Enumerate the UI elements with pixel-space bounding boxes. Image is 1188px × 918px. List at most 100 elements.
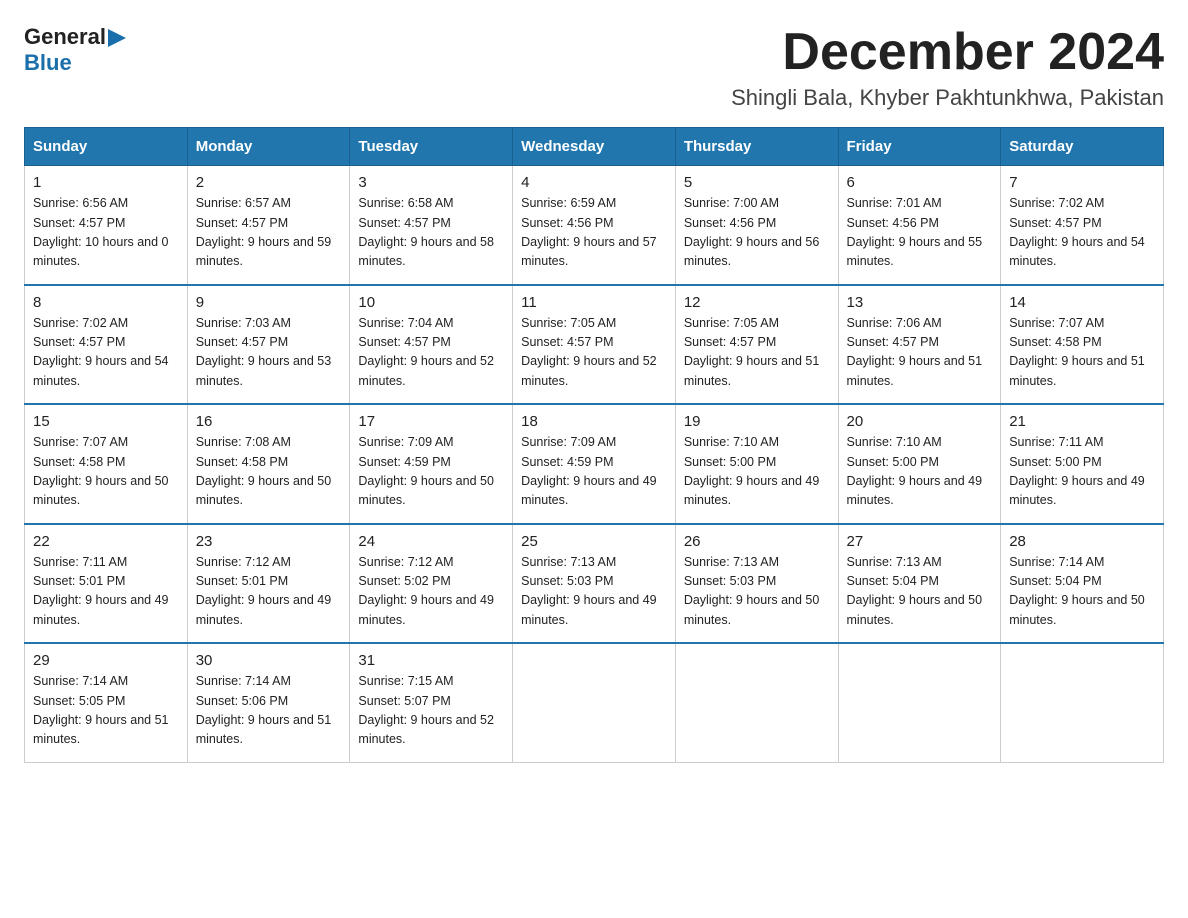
day-info: Sunrise: 7:14 AMSunset: 5:05 PMDaylight:…: [33, 672, 179, 750]
calendar-cell: 1 Sunrise: 6:56 AMSunset: 4:57 PMDayligh…: [25, 166, 188, 285]
calendar-cell: 30 Sunrise: 7:14 AMSunset: 5:06 PMDaylig…: [187, 643, 350, 762]
day-number: 22: [33, 533, 179, 550]
day-info: Sunrise: 7:04 AMSunset: 4:57 PMDaylight:…: [358, 314, 504, 392]
day-number: 15: [33, 413, 179, 430]
calendar-cell: 23 Sunrise: 7:12 AMSunset: 5:01 PMDaylig…: [187, 524, 350, 644]
calendar-week-1: 1 Sunrise: 6:56 AMSunset: 4:57 PMDayligh…: [25, 166, 1164, 285]
calendar-cell: 21 Sunrise: 7:11 AMSunset: 5:00 PMDaylig…: [1001, 404, 1164, 524]
calendar-cell: 7 Sunrise: 7:02 AMSunset: 4:57 PMDayligh…: [1001, 166, 1164, 285]
day-info: Sunrise: 7:12 AMSunset: 5:01 PMDaylight:…: [196, 553, 342, 631]
calendar-cell: [513, 643, 676, 762]
calendar-cell: 29 Sunrise: 7:14 AMSunset: 5:05 PMDaylig…: [25, 643, 188, 762]
day-number: 31: [358, 652, 504, 669]
day-info: Sunrise: 7:07 AMSunset: 4:58 PMDaylight:…: [1009, 314, 1155, 392]
day-number: 12: [684, 294, 830, 311]
day-info: Sunrise: 7:11 AMSunset: 5:00 PMDaylight:…: [1009, 433, 1155, 511]
calendar-cell: 16 Sunrise: 7:08 AMSunset: 4:58 PMDaylig…: [187, 404, 350, 524]
day-number: 14: [1009, 294, 1155, 311]
calendar-cell: 12 Sunrise: 7:05 AMSunset: 4:57 PMDaylig…: [675, 285, 838, 405]
location-title: Shingli Bala, Khyber Pakhtunkhwa, Pakist…: [731, 85, 1164, 111]
calendar-cell: 26 Sunrise: 7:13 AMSunset: 5:03 PMDaylig…: [675, 524, 838, 644]
day-info: Sunrise: 7:05 AMSunset: 4:57 PMDaylight:…: [684, 314, 830, 392]
calendar-cell: [1001, 643, 1164, 762]
day-info: Sunrise: 7:02 AMSunset: 4:57 PMDaylight:…: [33, 314, 179, 392]
day-number: 5: [684, 174, 830, 191]
day-info: Sunrise: 7:06 AMSunset: 4:57 PMDaylight:…: [847, 314, 993, 392]
day-number: 1: [33, 174, 179, 191]
day-info: Sunrise: 6:58 AMSunset: 4:57 PMDaylight:…: [358, 194, 504, 272]
day-number: 9: [196, 294, 342, 311]
day-info: Sunrise: 7:14 AMSunset: 5:06 PMDaylight:…: [196, 672, 342, 750]
calendar-cell: 18 Sunrise: 7:09 AMSunset: 4:59 PMDaylig…: [513, 404, 676, 524]
calendar-week-4: 22 Sunrise: 7:11 AMSunset: 5:01 PMDaylig…: [25, 524, 1164, 644]
calendar-cell: 31 Sunrise: 7:15 AMSunset: 5:07 PMDaylig…: [350, 643, 513, 762]
column-header-friday: Friday: [838, 128, 1001, 166]
day-info: Sunrise: 7:13 AMSunset: 5:04 PMDaylight:…: [847, 553, 993, 631]
calendar-cell: 2 Sunrise: 6:57 AMSunset: 4:57 PMDayligh…: [187, 166, 350, 285]
day-info: Sunrise: 7:11 AMSunset: 5:01 PMDaylight:…: [33, 553, 179, 631]
day-number: 27: [847, 533, 993, 550]
day-number: 28: [1009, 533, 1155, 550]
column-header-wednesday: Wednesday: [513, 128, 676, 166]
day-number: 13: [847, 294, 993, 311]
day-info: Sunrise: 7:10 AMSunset: 5:00 PMDaylight:…: [684, 433, 830, 511]
logo: General Blue: [24, 24, 126, 76]
day-number: 21: [1009, 413, 1155, 430]
day-info: Sunrise: 6:59 AMSunset: 4:56 PMDaylight:…: [521, 194, 667, 272]
calendar-body: 1 Sunrise: 6:56 AMSunset: 4:57 PMDayligh…: [25, 166, 1164, 763]
calendar-cell: 13 Sunrise: 7:06 AMSunset: 4:57 PMDaylig…: [838, 285, 1001, 405]
calendar-cell: 20 Sunrise: 7:10 AMSunset: 5:00 PMDaylig…: [838, 404, 1001, 524]
calendar-week-3: 15 Sunrise: 7:07 AMSunset: 4:58 PMDaylig…: [25, 404, 1164, 524]
calendar-cell: 15 Sunrise: 7:07 AMSunset: 4:58 PMDaylig…: [25, 404, 188, 524]
day-number: 20: [847, 413, 993, 430]
calendar-cell: 4 Sunrise: 6:59 AMSunset: 4:56 PMDayligh…: [513, 166, 676, 285]
day-info: Sunrise: 7:00 AMSunset: 4:56 PMDaylight:…: [684, 194, 830, 272]
day-info: Sunrise: 7:05 AMSunset: 4:57 PMDaylight:…: [521, 314, 667, 392]
calendar-cell: 25 Sunrise: 7:13 AMSunset: 5:03 PMDaylig…: [513, 524, 676, 644]
day-info: Sunrise: 7:14 AMSunset: 5:04 PMDaylight:…: [1009, 553, 1155, 631]
day-number: 3: [358, 174, 504, 191]
calendar-cell: 5 Sunrise: 7:00 AMSunset: 4:56 PMDayligh…: [675, 166, 838, 285]
day-number: 8: [33, 294, 179, 311]
logo-arrow-icon: [108, 29, 126, 47]
calendar-cell: 9 Sunrise: 7:03 AMSunset: 4:57 PMDayligh…: [187, 285, 350, 405]
day-number: 24: [358, 533, 504, 550]
calendar-cell: 11 Sunrise: 7:05 AMSunset: 4:57 PMDaylig…: [513, 285, 676, 405]
column-header-sunday: Sunday: [25, 128, 188, 166]
day-info: Sunrise: 7:15 AMSunset: 5:07 PMDaylight:…: [358, 672, 504, 750]
day-info: Sunrise: 7:13 AMSunset: 5:03 PMDaylight:…: [684, 553, 830, 631]
calendar-week-2: 8 Sunrise: 7:02 AMSunset: 4:57 PMDayligh…: [25, 285, 1164, 405]
day-number: 26: [684, 533, 830, 550]
column-header-thursday: Thursday: [675, 128, 838, 166]
day-number: 7: [1009, 174, 1155, 191]
column-header-saturday: Saturday: [1001, 128, 1164, 166]
day-info: Sunrise: 7:07 AMSunset: 4:58 PMDaylight:…: [33, 433, 179, 511]
day-number: 18: [521, 413, 667, 430]
calendar-cell: 10 Sunrise: 7:04 AMSunset: 4:57 PMDaylig…: [350, 285, 513, 405]
day-number: 10: [358, 294, 504, 311]
day-number: 23: [196, 533, 342, 550]
calendar-cell: 27 Sunrise: 7:13 AMSunset: 5:04 PMDaylig…: [838, 524, 1001, 644]
day-number: 19: [684, 413, 830, 430]
day-number: 4: [521, 174, 667, 191]
column-header-tuesday: Tuesday: [350, 128, 513, 166]
day-number: 6: [847, 174, 993, 191]
day-number: 30: [196, 652, 342, 669]
day-number: 11: [521, 294, 667, 311]
day-info: Sunrise: 7:13 AMSunset: 5:03 PMDaylight:…: [521, 553, 667, 631]
day-number: 17: [358, 413, 504, 430]
day-number: 29: [33, 652, 179, 669]
calendar-cell: 8 Sunrise: 7:02 AMSunset: 4:57 PMDayligh…: [25, 285, 188, 405]
day-info: Sunrise: 7:12 AMSunset: 5:02 PMDaylight:…: [358, 553, 504, 631]
day-info: Sunrise: 7:09 AMSunset: 4:59 PMDaylight:…: [358, 433, 504, 511]
day-info: Sunrise: 7:09 AMSunset: 4:59 PMDaylight:…: [521, 433, 667, 511]
page-header: General Blue December 2024 Shingli Bala,…: [24, 24, 1164, 111]
calendar-week-5: 29 Sunrise: 7:14 AMSunset: 5:05 PMDaylig…: [25, 643, 1164, 762]
day-info: Sunrise: 7:01 AMSunset: 4:56 PMDaylight:…: [847, 194, 993, 272]
day-info: Sunrise: 7:02 AMSunset: 4:57 PMDaylight:…: [1009, 194, 1155, 272]
calendar-table: SundayMondayTuesdayWednesdayThursdayFrid…: [24, 127, 1164, 763]
calendar-cell: 3 Sunrise: 6:58 AMSunset: 4:57 PMDayligh…: [350, 166, 513, 285]
calendar-cell: [675, 643, 838, 762]
logo-general-text: General: [24, 24, 106, 50]
day-number: 2: [196, 174, 342, 191]
